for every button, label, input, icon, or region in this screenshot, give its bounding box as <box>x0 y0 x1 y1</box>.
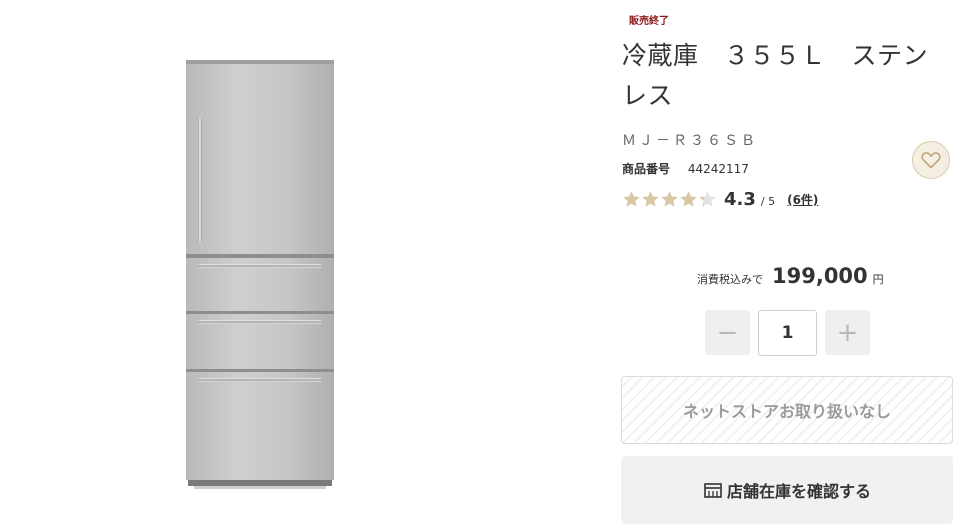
product-number-value: 44242117 <box>687 162 749 176</box>
star-icon <box>680 191 697 207</box>
rating-stars <box>622 190 717 209</box>
star-icon <box>661 191 678 207</box>
star-icon <box>642 191 659 207</box>
rating: 4.3 / 5 (6件) <box>622 189 818 210</box>
rating-score: 4.3 <box>724 189 756 210</box>
star-icon <box>699 191 716 207</box>
quantity-decrease-button[interactable]: − <box>705 310 750 355</box>
price-unit: 円 <box>872 273 884 286</box>
product-number-label: 商品番号 <box>622 162 671 176</box>
product-title: 冷蔵庫 ３５５Ｌ ステンレス <box>622 41 929 110</box>
model-number: ＭＪ－Ｒ３６ＳＢ <box>622 133 758 149</box>
check-store-stock-label: 店舗在庫を確認する <box>726 482 871 501</box>
check-store-stock-button[interactable]: 店舗在庫を確認する <box>621 456 953 524</box>
product-number-row: 商品番号 44242117 <box>622 160 749 177</box>
store-icon <box>704 483 722 498</box>
star-icon <box>623 191 640 207</box>
not-available-label: ネットストアお取り扱いなし <box>682 402 891 421</box>
product-image-area <box>0 0 600 532</box>
price: 消費税込みで 199,000 円 <box>697 264 884 288</box>
heart-icon <box>921 152 941 169</box>
product-image <box>186 60 334 489</box>
price-value: 199,000 <box>772 264 868 288</box>
quantity-input[interactable] <box>758 310 817 356</box>
not-available-notice: ネットストアお取り扱いなし <box>621 376 953 444</box>
favorite-button[interactable] <box>912 141 950 179</box>
status-badge: 販売終了 <box>629 16 669 27</box>
price-label: 消費税込みで <box>697 273 763 286</box>
quantity-increase-button[interactable]: + <box>825 310 870 355</box>
review-count-link[interactable]: (6件) <box>787 191 818 208</box>
rating-out-of: / 5 <box>760 195 776 208</box>
